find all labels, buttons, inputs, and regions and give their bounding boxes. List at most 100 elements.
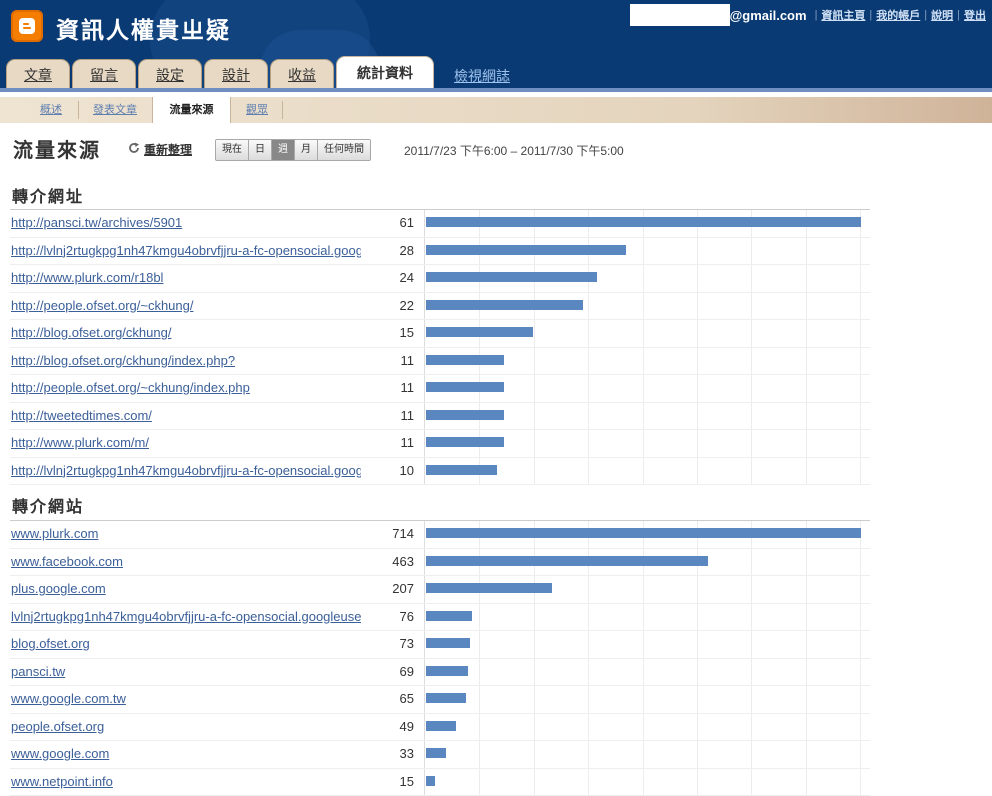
grid-line [643, 631, 644, 658]
grid-line [534, 631, 535, 658]
grid-line [479, 769, 480, 796]
source-link[interactable]: www.netpoint.info [11, 774, 361, 789]
range-day-button[interactable]: 日 [249, 140, 272, 160]
grid-line [588, 769, 589, 796]
grid-line [860, 549, 861, 576]
source-link[interactable]: http://pansci.tw/archives/5901 [11, 215, 361, 230]
range-all-time-button[interactable]: 任何時間 [318, 140, 370, 160]
grid-line [751, 348, 752, 375]
tab-comments[interactable]: 留言 [72, 59, 136, 88]
source-link[interactable]: http://people.ofset.org/~ckhung/ [11, 298, 361, 313]
my-account-link[interactable]: 我的帳戶 [876, 7, 920, 23]
grid-line [697, 686, 698, 713]
refresh-label: 重新整理 [144, 141, 192, 158]
grid-line [534, 604, 535, 631]
tab-settings[interactable]: 設定 [138, 59, 202, 88]
source-link[interactable]: www.plurk.com [11, 526, 361, 541]
source-link[interactable]: people.ofset.org [11, 719, 361, 734]
subtab-posts[interactable]: 發表文章 [84, 97, 146, 123]
subtab-audience[interactable]: 觀眾 [236, 97, 278, 123]
grid-line [697, 604, 698, 631]
grid-line [534, 348, 535, 375]
referring-urls-table: http://pansci.tw/archives/590161 http://l… [10, 209, 870, 485]
tab-design[interactable]: 設計 [204, 59, 268, 88]
range-now-button[interactable]: 現在 [216, 140, 249, 160]
bar-cell [424, 293, 871, 320]
grid-line [588, 348, 589, 375]
source-link[interactable]: www.google.com [11, 746, 361, 761]
pageview-count: 11 [350, 353, 414, 368]
sign-out-link[interactable]: 登出 [964, 7, 986, 23]
subtab-overview[interactable]: 概述 [30, 97, 72, 123]
referring-sites-table: www.plurk.com714www.facebook.com463plus.… [10, 520, 870, 796]
help-link[interactable]: 說明 [931, 7, 953, 23]
source-link[interactable]: lvlnj2rtugkpg1nh47kmgu4obrvfjjru-a-fc-op… [11, 609, 361, 624]
traffic-bar [426, 300, 583, 310]
source-link[interactable]: plus.google.com [11, 581, 361, 596]
referring-sites-title: 轉介網站 [12, 493, 84, 517]
grid-line [860, 659, 861, 686]
dashboard-link[interactable]: 資訊主頁 [821, 7, 865, 23]
grid-line [806, 375, 807, 402]
pageview-count: 33 [350, 746, 414, 761]
source-link[interactable]: http://lvlnj2rtugkpg1nh47kmgu4obrvfjjru-… [11, 463, 361, 478]
grid-line [588, 576, 589, 603]
bar-cell [424, 403, 871, 430]
source-link[interactable]: http://lvlnj2rtugkpg1nh47kmgu4obrvfjjru-… [11, 243, 361, 258]
source-link[interactable]: http://blog.ofset.org/ckhung/ [11, 325, 361, 340]
source-link[interactable]: www.google.com.tw [11, 691, 361, 706]
grid-line [860, 686, 861, 713]
tab-posts[interactable]: 文章 [6, 59, 70, 88]
pageview-count: 49 [350, 719, 414, 734]
grid-line [479, 604, 480, 631]
grid-line [697, 348, 698, 375]
bar-cell [424, 769, 871, 796]
view-blog-link[interactable]: 檢視網誌 [454, 66, 510, 86]
table-row: www.google.com.tw65 [10, 686, 870, 714]
grid-line [534, 403, 535, 430]
traffic-bar [426, 355, 504, 365]
traffic-bar [426, 528, 861, 538]
subtab-traffic-sources[interactable]: 流量來源 [152, 97, 231, 123]
grid-line [697, 714, 698, 741]
traffic-bar [426, 721, 456, 731]
pageview-count: 11 [350, 380, 414, 395]
grid-line [751, 430, 752, 457]
range-week-button[interactable]: 週 [272, 140, 295, 160]
tab-stats[interactable]: 統計資料 [336, 56, 434, 88]
blogger-logo-icon[interactable] [11, 10, 43, 42]
grid-line [751, 741, 752, 768]
source-link[interactable]: www.facebook.com [11, 554, 361, 569]
grid-line [860, 403, 861, 430]
source-link[interactable]: http://www.plurk.com/m/ [11, 435, 361, 450]
table-row: http://people.ofset.org/~ckhung/22 [10, 293, 870, 321]
source-link[interactable]: http://www.plurk.com/r18bl [11, 270, 361, 285]
pageview-count: 207 [350, 581, 414, 596]
referring-urls-title: 轉介網址 [12, 183, 84, 207]
pageview-count: 61 [350, 215, 414, 230]
source-link[interactable]: http://people.ofset.org/~ckhung/index.ph… [11, 380, 361, 395]
tab-monetize[interactable]: 收益 [270, 59, 334, 88]
source-link[interactable]: blog.ofset.org [11, 636, 361, 651]
grid-line [697, 769, 698, 796]
range-month-button[interactable]: 月 [295, 140, 318, 160]
bar-cell [424, 458, 871, 485]
source-link[interactable]: pansci.tw [11, 664, 361, 679]
refresh-button[interactable]: 重新整理 [128, 141, 192, 158]
bar-cell [424, 210, 871, 237]
grid-line [806, 741, 807, 768]
blog-title: 資訊人權貴ㄓ疑 [56, 11, 231, 45]
table-row: http://www.plurk.com/m/11 [10, 430, 870, 458]
pageview-count: 15 [350, 774, 414, 789]
source-link[interactable]: http://tweetedtimes.com/ [11, 408, 361, 423]
source-link[interactable]: http://blog.ofset.org/ckhung/index.php? [11, 353, 361, 368]
grid-line [643, 458, 644, 485]
grid-line [806, 265, 807, 292]
grid-line [806, 238, 807, 265]
email-redacted-field [630, 4, 730, 26]
table-row: www.facebook.com463 [10, 549, 870, 577]
bar-cell [424, 238, 871, 265]
table-row: blog.ofset.org73 [10, 631, 870, 659]
grid-line [751, 293, 752, 320]
grid-line [697, 238, 698, 265]
